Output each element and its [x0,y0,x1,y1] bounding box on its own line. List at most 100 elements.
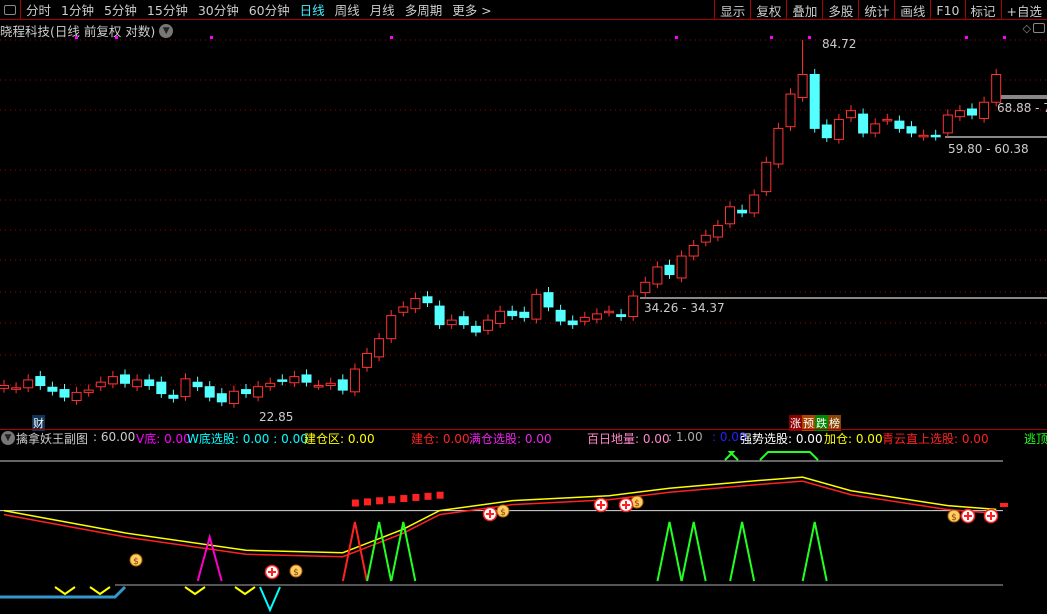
chevron-down-icon[interactable]: ▼ [1,431,15,445]
candle-body [180,378,191,398]
candle-body [410,297,421,310]
signal-dot [210,36,213,39]
candle-body [325,382,336,387]
candle-body [71,391,82,402]
signal-spike [656,521,683,582]
candle-body [519,311,530,318]
signal-v [54,586,76,596]
indicator-value: : 60.00 [93,430,136,444]
indicator-item: 强势选股: 0.00 [740,432,823,446]
candle-body [555,309,566,322]
candle-body [725,206,735,225]
candle-body [833,118,844,140]
money-bag-icon: $ [500,508,506,518]
candle-body [422,296,433,304]
candle-body [652,266,663,285]
candle-body [664,264,675,276]
candle-body [265,382,276,388]
candle-body [870,123,881,134]
candle-body [95,381,106,388]
candle-body [991,74,1002,103]
signal-v [234,586,256,596]
candle-body [531,293,542,320]
indicator-item: 青云直上选股: 0.00 [882,432,989,446]
kline-chart[interactable]: $ $ $ $ $ [0,0,1047,614]
signal-dot [808,36,811,39]
candle-body [398,306,409,313]
candle-body [374,338,385,358]
money-bag-icon: $ [133,557,139,567]
candle-body [83,389,94,393]
candle-body [35,376,46,387]
candle-body [301,374,312,383]
money-bag-icon: $ [951,513,957,523]
candle-body [640,281,651,294]
candle-body [858,113,869,134]
candle-body [483,319,493,331]
price-range-label: 34.26 - 34.37 [644,301,725,315]
indicator-red-block [351,499,359,507]
candle-body [507,310,518,317]
indicator-marker [1000,503,1008,507]
candle-body [954,110,965,118]
indicator-item: 建仓: 0.00 [411,432,470,446]
candle-body [362,352,372,368]
indicator-name[interactable]: 擒拿妖王副图 [16,430,88,447]
price-range-label: 68.88 - 70 [997,101,1047,115]
signal-spike [729,521,756,582]
candle-body [228,390,239,405]
indicator-red-block [400,495,408,503]
signal-cap [759,451,819,461]
indicator-item: V底: 0.00 [136,432,191,446]
candle-body [216,393,227,403]
candle-body [47,386,58,392]
indicator-red-block [388,496,396,504]
candle-body [446,319,457,326]
candle-body [628,295,639,318]
signal-dot [965,36,968,39]
candle-body [688,244,699,257]
money-bag-icon: $ [634,499,640,509]
candle-body [386,315,397,340]
signal-cap [724,451,739,461]
candle-body [894,120,905,129]
candle-body [495,310,506,325]
candle-body [616,314,627,318]
candle-body [277,379,288,382]
candle-body [543,292,554,308]
indicator-red-line [3,480,997,558]
candle-body [241,389,251,395]
candle-body [567,320,578,326]
candle-body [979,101,990,119]
candle-body [313,385,324,388]
candle-body [337,379,348,391]
indicator-item: 逃顶 [1024,432,1047,446]
indicator-red-block [376,497,384,505]
candle-body [918,134,929,138]
price-range-label: 59.80 - 60.38 [948,142,1029,156]
candle-body [132,379,143,388]
candle-body [349,368,360,393]
candle-body [591,313,602,320]
candle-body [11,387,22,390]
candle-body [700,234,711,243]
indicator-red-block [364,498,371,506]
candle-body [458,316,469,326]
indicator-item: 满仓选股: 0.00 [469,432,552,446]
indicator-item: 百日地量: 0.00 [587,432,670,446]
signal-dot [115,36,118,39]
candle-body [156,381,167,395]
candle-body [821,124,832,139]
indicator-item: 建仓区: 0.00 [304,432,375,446]
candle-body [192,381,203,388]
candle-body [23,379,34,389]
indicator-legend: ▼ 擒拿妖王副图 : 60.00 V底: 0.00 W底选股: 0.00 : 0.… [0,430,1047,446]
indicator-item: : 1.00 [668,430,703,444]
signal-dot [770,36,773,39]
candle-body [579,316,590,322]
candle-body [846,110,856,119]
high-price-label: 84.72 [822,37,857,51]
signal-dot [1003,36,1006,39]
indicator-red-block [436,491,444,499]
candle-body [59,389,70,398]
